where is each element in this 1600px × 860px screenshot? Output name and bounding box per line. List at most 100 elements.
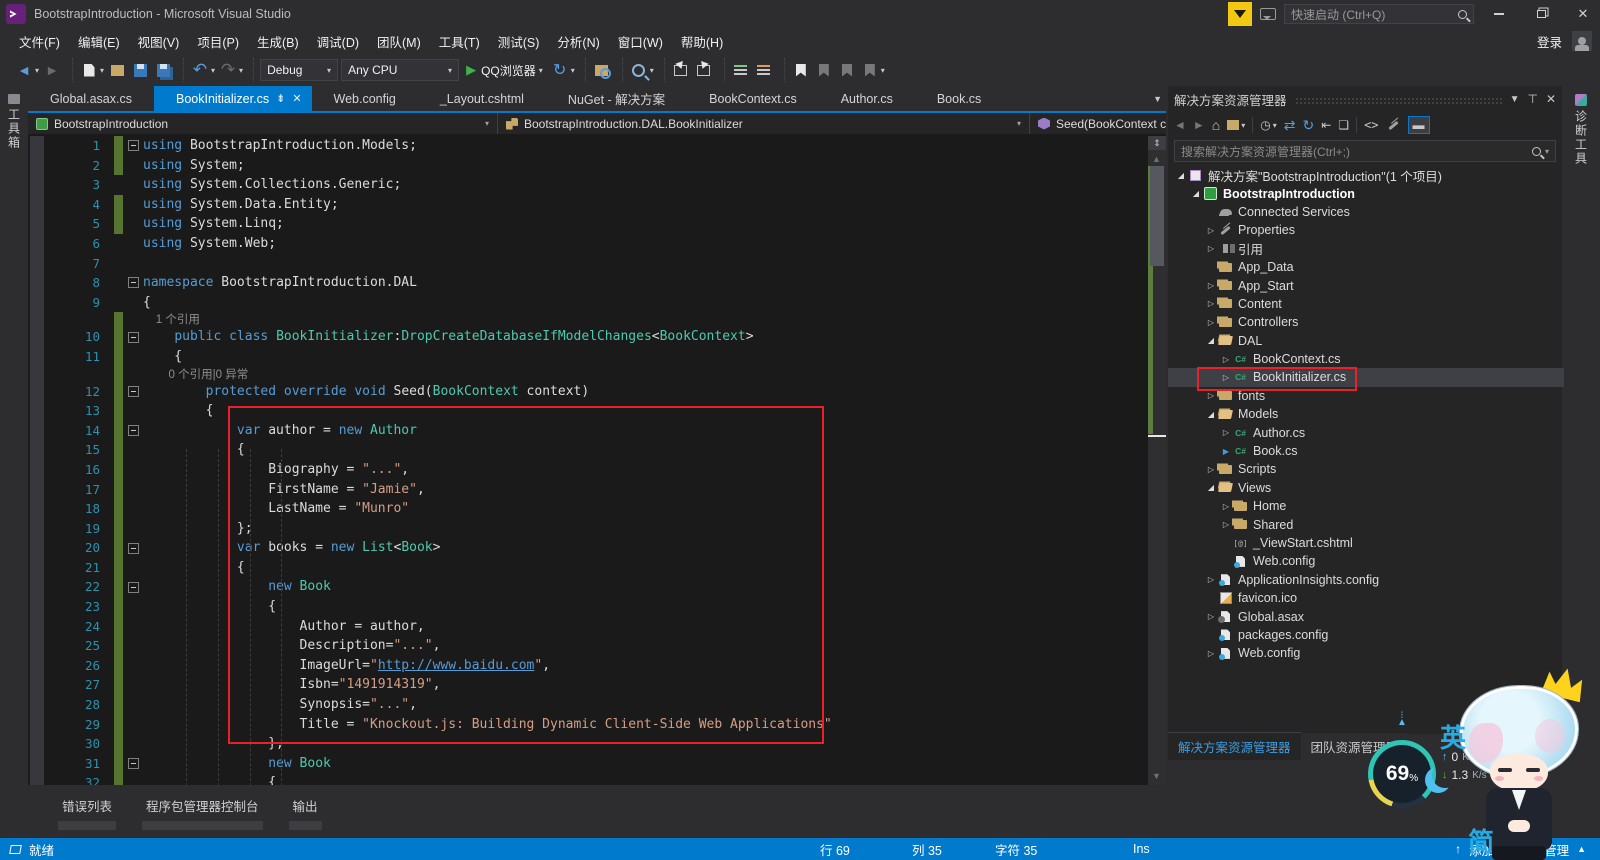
code-line-9[interactable]: 9{ [28, 293, 1148, 313]
attach-to-process-icon[interactable] [592, 59, 612, 81]
tree-item-App_Start[interactable]: ▷ App_Start [1168, 276, 1564, 294]
code-line-2[interactable]: 2 using System; [28, 155, 1148, 176]
tree-item-App_Data[interactable]: App_Data [1168, 258, 1564, 276]
breadcrumb-member-dropdown[interactable]: Seed(BookContext context) [1030, 113, 1166, 134]
fold-collapse-icon[interactable] [123, 327, 143, 347]
fold-collapse-icon[interactable] [123, 754, 143, 774]
performance-gauge-widget[interactable]: 69 % [1368, 740, 1436, 808]
tree-item-Views[interactable]: ◢ Views [1168, 479, 1564, 497]
code-line-7[interactable]: 7 [28, 254, 1148, 274]
close-tab-icon[interactable]: ✕ [292, 92, 301, 105]
next-bookmark-icon[interactable] [837, 59, 857, 81]
window-position-dropdown-icon[interactable]: ▼ [1510, 94, 1520, 105]
clear-bookmarks-icon[interactable] [860, 59, 880, 81]
fold-collapse-icon[interactable] [123, 538, 143, 558]
splitter-handle-icon[interactable]: ⇕ [1148, 136, 1166, 150]
scroll-down-icon[interactable]: ▼ [1152, 771, 1161, 781]
expanded-arrow-icon[interactable]: ◢ [1189, 189, 1203, 198]
home-icon[interactable]: ⌂ [1212, 117, 1220, 133]
solution-platform-select[interactable]: Any CPU ▾ [341, 59, 460, 81]
filter-extension-icon[interactable] [1228, 2, 1252, 26]
forward-icon[interactable]: ► [1193, 118, 1205, 132]
tab-Book.cs[interactable]: Book.cs [915, 86, 1003, 111]
pin-tab-icon[interactable]: ⇟ [276, 92, 285, 105]
editor-vertical-scrollbar[interactable]: ⇕ ▲ ▼ [1148, 136, 1166, 785]
undo-icon[interactable]: ↶ [190, 59, 210, 81]
tree-item-Shared[interactable]: ▷ Shared [1168, 515, 1564, 533]
tab-list-dropdown-icon[interactable]: ▼ [1153, 94, 1162, 104]
collapsed-arrow-icon[interactable]: ▷ [1219, 428, 1233, 437]
collapsed-arrow-icon[interactable]: ▷ [1219, 355, 1233, 364]
feedback-icon[interactable] [1260, 8, 1276, 20]
tree-item-Controllers[interactable]: ▷ Controllers [1168, 313, 1564, 331]
fold-collapse-icon[interactable] [123, 421, 143, 441]
toolbox-vertical-tab[interactable]: 工具箱 [0, 94, 28, 150]
menu-视图(V)[interactable]: 视图(V) [129, 28, 189, 55]
bottom-tab-输出[interactable]: 输出 [288, 796, 322, 838]
code-line-32[interactable]: 32 { [28, 773, 1148, 785]
find-dropdown-icon[interactable]: ▾ [650, 66, 654, 75]
close-panel-icon[interactable]: ✕ [1546, 92, 1556, 106]
solution-configuration-select[interactable]: Debug ▾ [260, 59, 339, 81]
codelens-row[interactable]: 1 个引用 [28, 312, 1148, 328]
tab-Global.asax.cs[interactable]: Global.asax.cs [28, 86, 154, 111]
tab-NuGet - 解决方案[interactable]: NuGet - 解决方案 [546, 86, 687, 111]
quick-launch-box[interactable]: 快速启动 (Ctrl+Q) [1284, 4, 1474, 24]
toolbar-overflow-icon[interactable]: ▾ [881, 66, 885, 75]
collapsed-arrow-icon[interactable]: ▷ [1204, 465, 1218, 474]
pending-changes-filter-icon[interactable]: ◷ ▾ [1260, 118, 1277, 132]
tree-item-Content[interactable]: ▷ Content [1168, 295, 1564, 313]
view-code-icon[interactable]: <> [1364, 118, 1378, 132]
bottom-tab-错误列表[interactable]: 错误列表 [58, 796, 117, 838]
tree-item-Web.config[interactable]: ▷ Web.config [1168, 644, 1564, 662]
tab-Author.cs[interactable]: Author.cs [819, 86, 915, 111]
solution-explorer-search-box[interactable]: 搜索解决方案资源管理器(Ctrl+;) ▾ [1174, 140, 1556, 162]
code-line-6[interactable]: 6 using System.Web; [28, 234, 1148, 254]
code-line-4[interactable]: 4 using System.Data.Entity; [28, 194, 1148, 215]
breadcrumb-type-dropdown[interactable]: BootstrapIntroduction.DAL.BookInitialize… [498, 113, 1030, 134]
switch-views-icon[interactable]: ▾ [1227, 120, 1245, 130]
new-file-dropdown-icon[interactable]: ▾ [100, 66, 104, 75]
tab-_Layout.cshtml[interactable]: _Layout.cshtml [418, 86, 546, 111]
save-all-icon[interactable] [153, 59, 173, 81]
sync-with-active-document-icon[interactable]: ⇄ [1284, 117, 1296, 134]
fold-collapse-icon[interactable] [123, 382, 143, 402]
start-debugging-button[interactable]: ▶ QQ浏览器 ▾ [462, 62, 547, 79]
navigate-back-icon[interactable]: ◄ [14, 59, 34, 81]
navigate-to-cursor-icon[interactable] [671, 59, 691, 81]
expanded-arrow-icon[interactable]: ◢ [1204, 336, 1218, 345]
breadcrumb-project-dropdown[interactable]: BootstrapIntroduction ▾ [28, 113, 498, 134]
redo-dropdown-icon[interactable]: ▾ [239, 66, 243, 75]
tree-item-解决方案"BootstrapIntroduction"(1 个项目)[interactable]: ◢ 解决方案"BootstrapIntroduction"(1 个项目) [1168, 166, 1564, 184]
tree-item-_ViewStart.cshtml[interactable]: _ViewStart.cshtml [1168, 534, 1564, 552]
code-line-11[interactable]: 11 { [28, 346, 1148, 367]
collapsed-arrow-icon[interactable]: ▷ [1204, 575, 1218, 584]
properties-icon[interactable] [1386, 119, 1401, 132]
tree-item-packages.config[interactable]: packages.config [1168, 626, 1564, 644]
menu-调试(D)[interactable]: 调试(D) [308, 28, 368, 55]
code-line-5[interactable]: 5 using System.Linq; [28, 214, 1148, 234]
menu-测试(S)[interactable]: 测试(S) [489, 28, 549, 55]
collapsed-arrow-icon[interactable]: ▷ [1204, 244, 1218, 253]
tab-BookContext.cs[interactable]: BookContext.cs [687, 86, 819, 111]
undo-dropdown-icon[interactable]: ▾ [211, 66, 215, 75]
restore-button[interactable] [1524, 1, 1558, 27]
avatar-icon[interactable] [1572, 31, 1592, 51]
restart-icon[interactable]: ↻ [550, 59, 570, 81]
menu-生成(B)[interactable]: 生成(B) [248, 28, 308, 55]
collapsed-arrow-icon[interactable]: ▷ [1204, 649, 1218, 658]
bottom-tab-程序包管理器控制台[interactable]: 程序包管理器控制台 [142, 796, 263, 838]
navigate-forward-icon[interactable]: ► [42, 59, 62, 81]
collapsed-arrow-icon[interactable]: ▷ [1204, 612, 1218, 621]
menu-项目(P)[interactable]: 项目(P) [188, 28, 248, 55]
comment-lines-icon[interactable] [754, 59, 774, 81]
previous-bookmark-icon[interactable] [814, 59, 834, 81]
show-definition-icon[interactable] [694, 59, 714, 81]
minimize-button[interactable] [1482, 1, 1516, 27]
menu-团队(M)[interactable]: 团队(M) [368, 28, 430, 55]
code-line-8[interactable]: 8 namespace BootstrapIntroduction.DAL [28, 273, 1148, 293]
close-button[interactable]: ✕ [1566, 1, 1600, 27]
save-icon[interactable] [130, 59, 150, 81]
new-file-icon[interactable] [79, 59, 99, 81]
collapsed-arrow-icon[interactable]: ▶ [1219, 447, 1233, 456]
